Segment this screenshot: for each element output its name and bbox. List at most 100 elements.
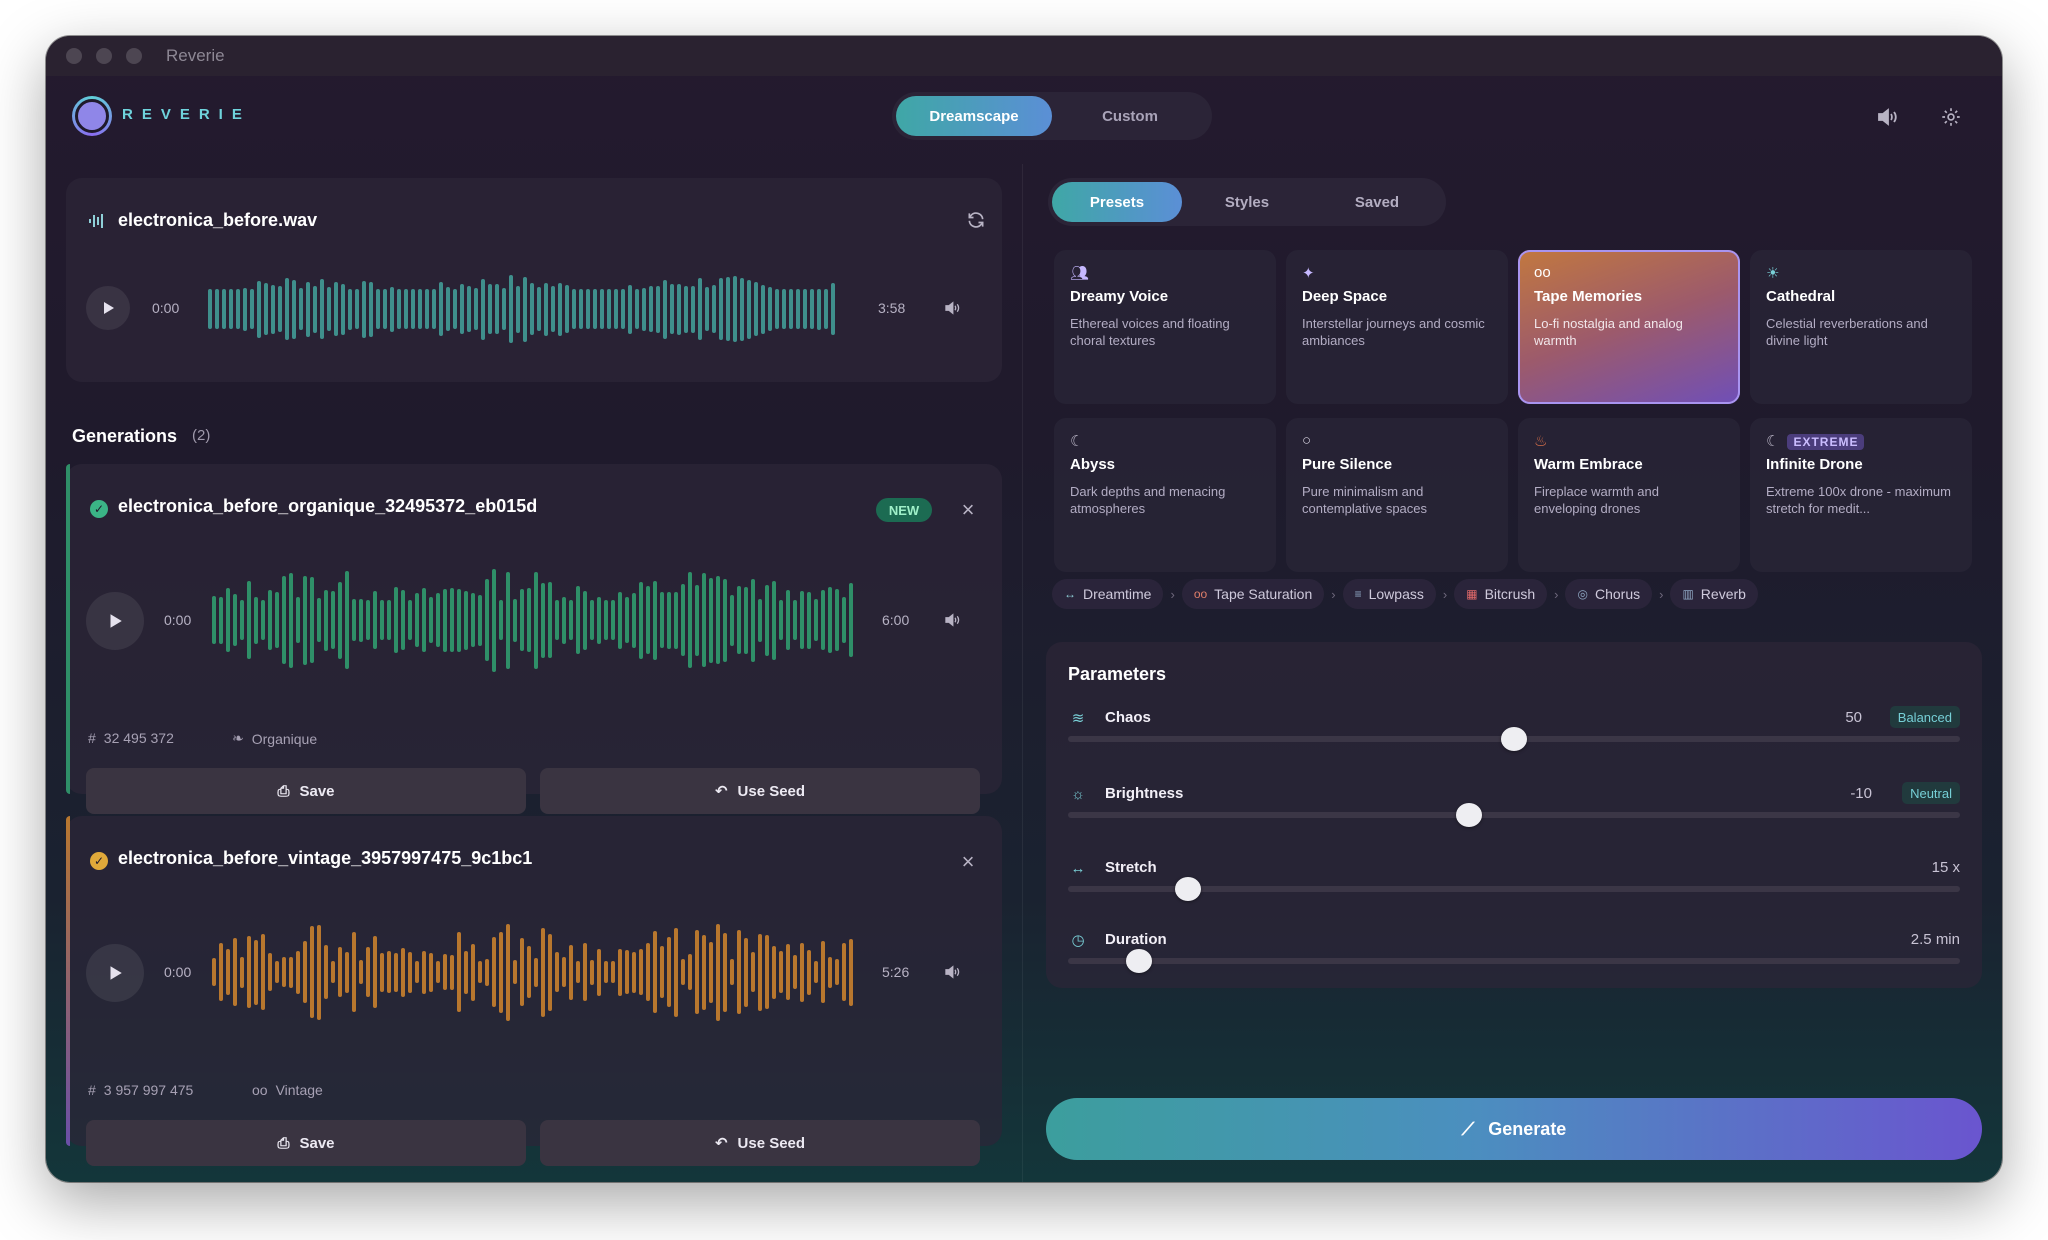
param-tag: Balanced <box>1889 706 1960 728</box>
waveform-bar <box>667 937 671 1007</box>
waveform-bar <box>604 600 608 640</box>
save-button[interactable]: ⎙ Save <box>86 768 526 814</box>
waveform-bar <box>793 955 797 989</box>
waveform-bar <box>219 943 223 1001</box>
chip-dreamtime[interactable]: ↔ Dreamtime <box>1052 579 1164 609</box>
preset-tape-memories[interactable]: oo Tape Memories Lo-fi nostalgia and ana… <box>1518 250 1740 404</box>
waveform-bar <box>383 289 387 329</box>
waveform-bar <box>782 289 786 329</box>
use-seed-button[interactable]: ↶ Use Seed <box>540 768 980 814</box>
waveform-bar <box>716 576 720 664</box>
waveform-bar <box>506 571 510 669</box>
chip-lowpass[interactable]: ≡ Lowpass <box>1342 579 1436 609</box>
tab-styles[interactable]: Styles <box>1182 182 1312 222</box>
preset-infinite-drone[interactable]: ☾ EXTREME Infinite Drone Extreme 100x dro… <box>1750 418 1972 572</box>
parameters-title: Parameters <box>1068 664 1167 684</box>
generation-name: electronica_before_vintage_3957997475_9c… <box>118 848 533 868</box>
waveform-bar <box>464 950 468 994</box>
brightness-slider-thumb[interactable] <box>1456 803 1483 827</box>
generation-waveform[interactable] <box>212 566 862 674</box>
minimize-window-button[interactable] <box>96 48 112 64</box>
duration-slider-track[interactable] <box>1068 958 1960 964</box>
param-label: Chaos <box>1105 709 1151 726</box>
waveform-bar <box>551 286 555 332</box>
param-value: 50 <box>1845 709 1862 726</box>
waveform-bar <box>768 287 772 331</box>
waveform-bar <box>761 284 765 334</box>
waveform-bar <box>569 600 573 640</box>
circle-icon: ○ <box>1302 432 1312 449</box>
source-waveform[interactable] <box>208 274 848 344</box>
chip-bitcrush[interactable]: ▦ Bitcrush <box>1454 579 1548 609</box>
save-button[interactable]: ⎙ Save <box>86 1120 526 1166</box>
waveform-bar <box>254 596 258 644</box>
zoom-window-button[interactable] <box>126 48 142 64</box>
preset-pure-silence[interactable]: ○ Pure Silence Pure minimalism and conte… <box>1286 418 1508 572</box>
waveform-bar <box>352 599 356 641</box>
source-volume-icon[interactable] <box>942 299 962 322</box>
generation-play-button[interactable] <box>86 592 144 650</box>
chip-label: Tape Saturation <box>1214 586 1313 602</box>
waveform-bar <box>758 933 762 1011</box>
close-icon[interactable]: × <box>958 497 978 522</box>
chip-reverb[interactable]: ▥ Reverb <box>1670 579 1758 609</box>
generation-volume-icon[interactable] <box>942 611 962 634</box>
brightness-slider-track[interactable] <box>1068 812 1960 818</box>
tab-saved[interactable]: Saved <box>1312 182 1442 222</box>
preset-tabs: Presets Styles Saved <box>1048 178 1446 226</box>
close-icon[interactable]: × <box>958 849 978 874</box>
waveform-bar <box>369 281 373 337</box>
waveform-bar <box>338 581 342 659</box>
waveform-bar <box>422 588 426 652</box>
preset-dreamy-voice[interactable]: 👥︎ Dreamy Voice Ethereal voices and floa… <box>1054 250 1276 404</box>
waveform-bar <box>502 288 506 330</box>
generate-button[interactable]: ⟋ Generate <box>1046 1098 1982 1160</box>
preset-cathedral[interactable]: ☀ Cathedral Celestial reverberations and… <box>1750 250 1972 404</box>
duration-slider-thumb[interactable] <box>1126 949 1153 973</box>
chip-tape-saturation[interactable]: oo Tape Saturation <box>1181 579 1325 609</box>
waveform-bar <box>257 280 261 338</box>
waveform-bar <box>296 950 300 994</box>
mode-dreamscape[interactable]: Dreamscape <box>896 96 1052 136</box>
tab-presets[interactable]: Presets <box>1052 182 1182 222</box>
source-play-button[interactable] <box>86 286 130 330</box>
waveform-bar <box>303 941 307 1003</box>
generation-waveform[interactable] <box>212 918 862 1026</box>
waveform-bar <box>842 597 846 643</box>
undo-icon: ↶ <box>714 783 728 800</box>
waveform-bar <box>555 600 559 640</box>
tornado-icon: ≋ <box>1071 710 1085 727</box>
preset-description: Lo-fi nostalgia and analog warmth <box>1534 316 1683 348</box>
waveform-bar <box>758 598 762 642</box>
preset-warm-embrace[interactable]: ♨ Warm Embrace Fireplace warmth and enve… <box>1518 418 1740 572</box>
mode-custom[interactable]: Custom <box>1052 96 1208 136</box>
waveform-bar <box>495 284 499 334</box>
close-window-button[interactable] <box>66 48 82 64</box>
volume-icon[interactable] <box>1872 102 1902 132</box>
waveform-bar <box>373 936 377 1008</box>
waveform-bar <box>453 289 457 329</box>
settings-gear-icon[interactable] <box>1936 102 1966 132</box>
chaos-slider-thumb[interactable] <box>1501 727 1527 751</box>
preset-description: Celestial reverberations and divine ligh… <box>1766 316 1928 348</box>
style-name: Vintage <box>275 1082 323 1098</box>
chip-label: Reverb <box>1700 586 1746 602</box>
use-seed-button[interactable]: ↶ Use Seed <box>540 1120 980 1166</box>
waveform-bar <box>814 961 818 983</box>
sun-icon: ☀ <box>1766 265 1780 282</box>
generation-play-button[interactable] <box>86 944 144 1002</box>
leaf-icon: ❧ <box>232 730 244 746</box>
preset-abyss[interactable]: ☾ Abyss Dark depths and menacing atmosph… <box>1054 418 1276 572</box>
waveform-bar <box>807 591 811 649</box>
flame-icon: ♨ <box>1534 433 1548 450</box>
refresh-icon[interactable] <box>966 210 986 235</box>
stretch-slider-thumb[interactable] <box>1175 877 1202 901</box>
generation-volume-icon[interactable] <box>942 963 962 986</box>
waveform-bar <box>534 957 538 987</box>
waveform-bar <box>303 575 307 665</box>
source-filename: electronica_before.wav <box>118 210 318 230</box>
chip-chorus[interactable]: ◎ Chorus <box>1565 579 1653 609</box>
stretch-slider-track[interactable] <box>1068 886 1960 892</box>
preset-deep-space[interactable]: ✦ Deep Space Interstellar journeys and c… <box>1286 250 1508 404</box>
generation-card-1: ✓ electronica_before_organique_32495372_… <box>66 464 1002 814</box>
